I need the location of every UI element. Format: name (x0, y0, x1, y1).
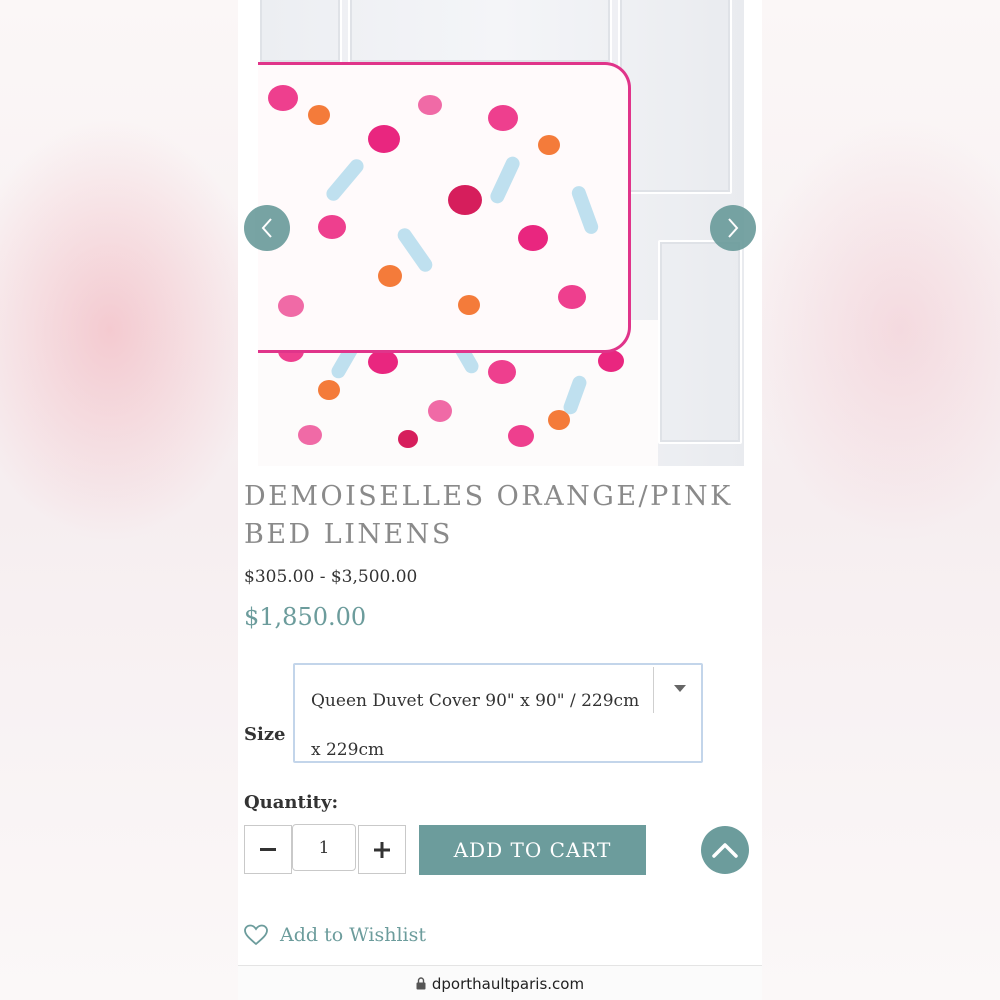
chevron-right-icon (728, 218, 739, 238)
heart-outline-icon (244, 924, 268, 946)
url-text: dporthaultparis.com (431, 974, 585, 993)
wall-panel (618, 0, 732, 194)
quantity-label: Quantity: (244, 792, 339, 813)
chevron-up-icon (712, 843, 738, 858)
select-divider (653, 667, 654, 713)
add-to-cart-button[interactable]: ADD TO CART (419, 825, 646, 875)
product-image[interactable] (258, 0, 744, 466)
chevron-left-icon (261, 218, 272, 238)
plus-icon (374, 841, 390, 858)
add-to-wishlist-link[interactable]: Add to Wishlist (244, 924, 426, 946)
size-dropdown-toggle[interactable] (667, 679, 693, 699)
quantity-increase-button[interactable] (358, 825, 406, 874)
price-range: $305.00 - $3,500.00 (244, 567, 418, 587)
minus-icon (260, 847, 276, 851)
size-label: Size (244, 724, 286, 745)
size-selected-value: Queen Duvet Cover 90" x 90" / 229cm x 22… (311, 691, 640, 760)
browser-url-bar[interactable]: dporthaultparis.com (238, 965, 762, 1000)
pillow (258, 62, 631, 353)
quantity-decrease-button[interactable] (244, 825, 292, 874)
mobile-page: DEMOISELLES ORANGE/PINK BED LINENS $305.… (238, 0, 762, 1000)
size-select[interactable]: Queen Duvet Cover 90" x 90" / 229cm x 22… (293, 663, 703, 763)
carousel-next-button[interactable] (710, 205, 756, 251)
wishlist-label: Add to Wishlist (280, 924, 426, 946)
carousel-prev-button[interactable] (244, 205, 290, 251)
wall-panel (258, 0, 342, 64)
scroll-to-top-button[interactable] (701, 826, 749, 874)
quantity-input[interactable] (292, 824, 356, 871)
wall-panel (658, 240, 742, 444)
lock-icon (416, 977, 426, 990)
wall-panel (348, 0, 612, 64)
product-title: DEMOISELLES ORANGE/PINK BED LINENS (244, 481, 733, 550)
current-price: $1,850.00 (244, 603, 367, 631)
caret-down-icon (674, 685, 686, 692)
